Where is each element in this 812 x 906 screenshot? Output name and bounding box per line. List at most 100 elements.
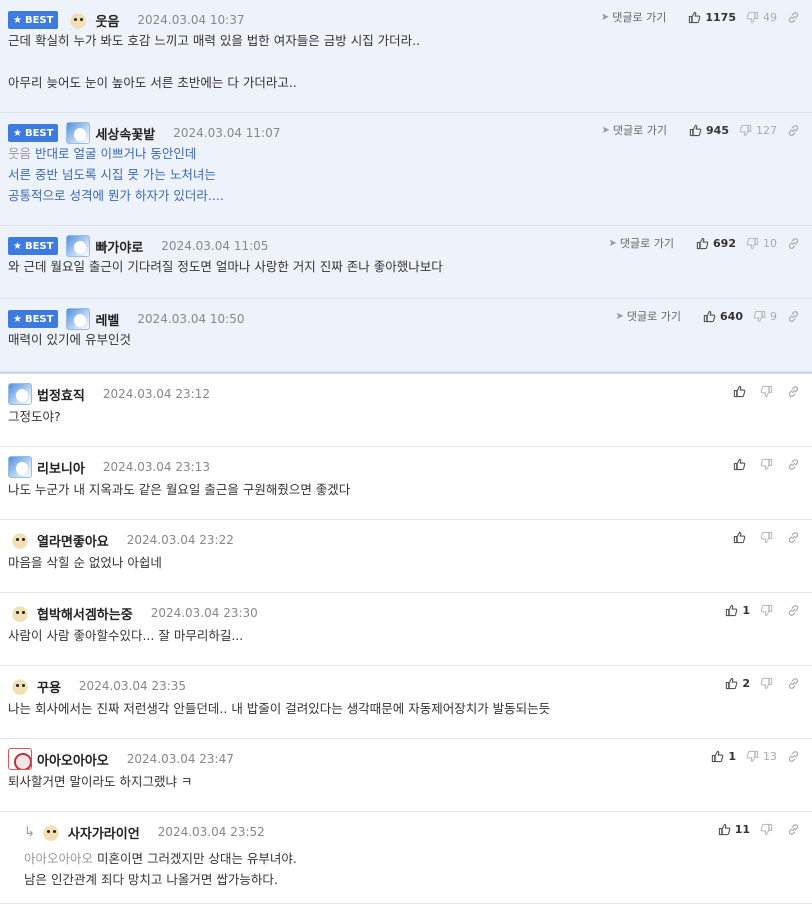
author-name[interactable]: 리보니아 [37,458,85,477]
avatar[interactable] [66,9,91,31]
link-button[interactable] [787,310,800,323]
upvote-button[interactable]: 692 [696,237,736,250]
avatar[interactable] [8,675,32,697]
link-button[interactable] [787,11,800,24]
avatar[interactable] [8,383,32,405]
link-button[interactable] [787,385,800,398]
avatar[interactable] [8,602,32,624]
link-button[interactable] [787,823,800,836]
best-badge: ★ BEST [8,124,59,142]
arrow-icon: ➤ [600,11,610,23]
upvote-button[interactable]: 945 [689,124,729,137]
upvote-button[interactable] [733,458,750,471]
author-name[interactable]: 열라면좋아요 [37,531,109,550]
comment-line: 매력이 있기에 유부인것 [8,329,131,350]
downvote-button[interactable] [760,677,777,690]
avatar[interactable] [38,821,63,843]
go-to-reply-link[interactable]: ➤ 댓글로 가기 [616,308,682,324]
mention[interactable]: 웃음 [8,146,31,161]
comment-line: 아무리 늦어도 눈이 높아도 서른 초반에는 다 가더라고.. [8,72,420,93]
go-to-reply-link[interactable]: ➤ 댓글로 가기 [601,9,667,25]
go-to-reply-link[interactable]: ➤ 댓글로 가기 [609,235,675,251]
comment-time: 2024.03.04 11:07 [173,126,281,140]
thumbs-up-icon [733,531,746,543]
author-name[interactable]: 빠가야로 [95,237,143,256]
avatar[interactable] [8,529,32,551]
comment-body: 웃음 반대로 얼굴 이쁘거나 동안인데 서른 중반 넘도록 시집 못 가는 노처녀는… [8,143,224,206]
thumbs-up-icon [733,385,746,397]
link-button[interactable] [787,531,800,544]
downvote-button[interactable]: 49 [746,11,777,24]
upvote-button[interactable] [733,385,750,398]
author-name[interactable]: 꾸용 [37,677,61,696]
downvote-count: 10 [763,236,777,250]
comment-actions [723,528,800,546]
downvote-button[interactable] [760,385,777,398]
link-button[interactable] [787,124,800,137]
author-name[interactable]: 웃음 [95,11,119,30]
link-button[interactable] [787,750,800,763]
go-to-reply-label: 댓글로 가기 [619,237,675,250]
comment-header: 협박해서겜하는중 2024.03.04 23:30 [8,602,258,624]
downvote-button[interactable]: 9 [753,310,777,323]
comment-text: 매력이 있기에 유부인것 [8,332,131,347]
upvote-button[interactable] [733,531,750,544]
avatar[interactable] [66,235,91,257]
thumbs-down-icon [760,385,773,397]
comment-line: 나는 회사에서는 진짜 저런생각 안들던데.. 내 밥줄이 걸려있다는 생각때문… [8,698,550,719]
comment-time: 2024.03.04 10:50 [137,312,245,326]
upvote-button[interactable]: 640 [703,310,743,323]
comment-header: 열라면좋아요 2024.03.04 23:22 [8,529,234,551]
comment: 아아오아아오 2024.03.04 23:47 1 13 퇴사할거면 말이라도 하지그랬… [0,739,812,812]
comment-body: 그정도야? [8,406,61,427]
comment-body: 나는 회사에서는 진짜 저런생각 안들던데.. 내 밥줄이 걸려있다는 생각때문… [8,698,550,719]
author-name[interactable]: 세상속꽃밭 [95,124,155,143]
comment: 협박해서겜하는중 2024.03.04 23:30 1 사람이 사람 좋아할수있다..… [0,593,812,666]
author-name[interactable]: 협박해서겜하는중 [37,604,133,623]
comment-line: 그정도야? [8,406,61,427]
downvote-button[interactable]: 13 [746,750,777,763]
thumbs-up-icon [733,458,746,470]
author-name[interactable]: 아아오아아오 [37,750,109,769]
downvote-button[interactable] [760,531,777,544]
link-button[interactable] [787,604,800,617]
link-button[interactable] [787,237,800,250]
downvote-button[interactable] [760,458,777,471]
go-to-reply-label: 댓글로 가기 [626,310,682,323]
downvote-button[interactable]: 127 [739,124,777,137]
upvote-button[interactable]: 1 [711,750,736,763]
go-to-reply-link[interactable]: ➤ 댓글로 가기 [602,122,668,138]
link-button[interactable] [787,677,800,690]
link-button[interactable] [787,458,800,471]
avatar[interactable] [66,122,91,144]
author-name[interactable]: 사자가라이언 [68,823,140,842]
comment-header: 아아오아아오 2024.03.04 23:47 [8,748,234,770]
comment-line: 나도 누군가 내 지옥과도 같은 월요일 출근을 구원해줬으면 좋겠다 [8,479,350,500]
author-name[interactable]: 레벨 [95,310,119,329]
downvote-button[interactable] [760,823,777,836]
comment-line: 와 근데 월요일 출근이 기다려질 정도면 얼마나 사랑한 거지 진짜 존나 좋… [8,256,443,277]
downvote-count: 9 [770,309,777,323]
avatar[interactable] [66,308,91,330]
upvote-button[interactable]: 1 [725,604,750,617]
thumbs-up-icon [726,677,738,689]
author-name[interactable]: 법정효직 [37,385,85,404]
downvote-button[interactable] [760,604,777,617]
downvote-button[interactable]: 10 [746,237,777,250]
upvote-count: 640 [720,309,743,323]
link-icon [788,458,799,470]
avatar[interactable] [8,748,32,770]
upvote-button[interactable]: 1175 [688,11,736,24]
upvote-button[interactable]: 11 [718,823,750,836]
avatar[interactable] [8,456,32,478]
best-comment: ★ BEST 레벨 2024.03.04 10:50 ➤ 댓글로 가기 640 9 매력이 있기… [0,299,812,372]
comment-text: 퇴사할거면 말이라도 하지그랬냐 ㅋ [8,774,193,789]
comment-body: 퇴사할거면 말이라도 하지그랬냐 ㅋ [8,771,192,792]
upvote-count: 11 [734,822,750,836]
comment-header: ↳ 사자가라이언 2024.03.04 23:52 [24,821,265,843]
arrow-icon: ➤ [601,124,610,136]
comment-time: 2024.03.04 23:52 [157,825,265,839]
upvote-button[interactable]: 2 [725,677,750,690]
best-badge: ★ BEST [8,11,59,29]
mention[interactable]: 아아오아아오 [24,851,93,866]
